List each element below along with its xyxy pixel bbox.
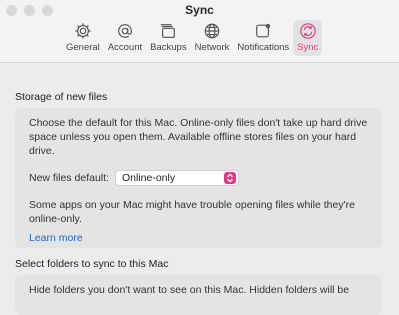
sync-settings-pane: Storage of new files Choose the default …	[0, 63, 399, 315]
tab-account[interactable]: Account	[104, 20, 146, 56]
tab-sync[interactable]: Sync	[293, 20, 323, 56]
gear-icon	[75, 23, 91, 39]
select-value: Online-only	[121, 172, 176, 184]
tab-general[interactable]: General	[62, 20, 104, 56]
new-files-default-select[interactable]: Online-only	[114, 170, 239, 186]
folders-description: Hide folders you don't want to see on th…	[29, 284, 350, 296]
folders-group: Hide folders you don't want to see on th…	[15, 275, 382, 315]
window-title: Sync	[185, 3, 214, 17]
sync-icon	[299, 23, 316, 39]
tab-label: Backups	[150, 42, 187, 53]
tab-label: Network	[194, 42, 230, 53]
tab-label: General	[66, 42, 100, 53]
folders-section-heading: Select folders to sync to this Mac	[15, 258, 169, 270]
title-bar: Sync General Account Backups Network Not…	[0, 0, 399, 63]
backups-icon	[161, 24, 176, 38]
online-only-note: Some apps on your Mac might have trouble…	[29, 199, 355, 225]
preferences-toolbar: General Account Backups Network Notifica…	[62, 20, 323, 56]
default-setting-row: New files default: Online-only	[29, 170, 368, 186]
at-sign-icon	[118, 24, 132, 38]
tab-network[interactable]: Network	[191, 20, 234, 56]
notification-icon	[256, 23, 271, 38]
chevron-updown-icon	[223, 172, 236, 184]
tab-backups[interactable]: Backups	[146, 20, 190, 56]
globe-icon	[204, 23, 220, 39]
storage-description: Choose the default for this Mac. Online-…	[29, 117, 368, 157]
storage-section-heading: Storage of new files	[15, 91, 108, 103]
tab-label: Sync	[297, 42, 319, 53]
tab-label: Notifications	[237, 42, 290, 53]
tab-notifications[interactable]: Notifications	[233, 20, 293, 56]
storage-group: Choose the default for this Mac. Online-…	[15, 108, 382, 248]
learn-more-link[interactable]: Learn more	[29, 231, 368, 245]
new-files-default-label: New files default:	[29, 172, 109, 184]
tab-label: Account	[107, 42, 143, 53]
